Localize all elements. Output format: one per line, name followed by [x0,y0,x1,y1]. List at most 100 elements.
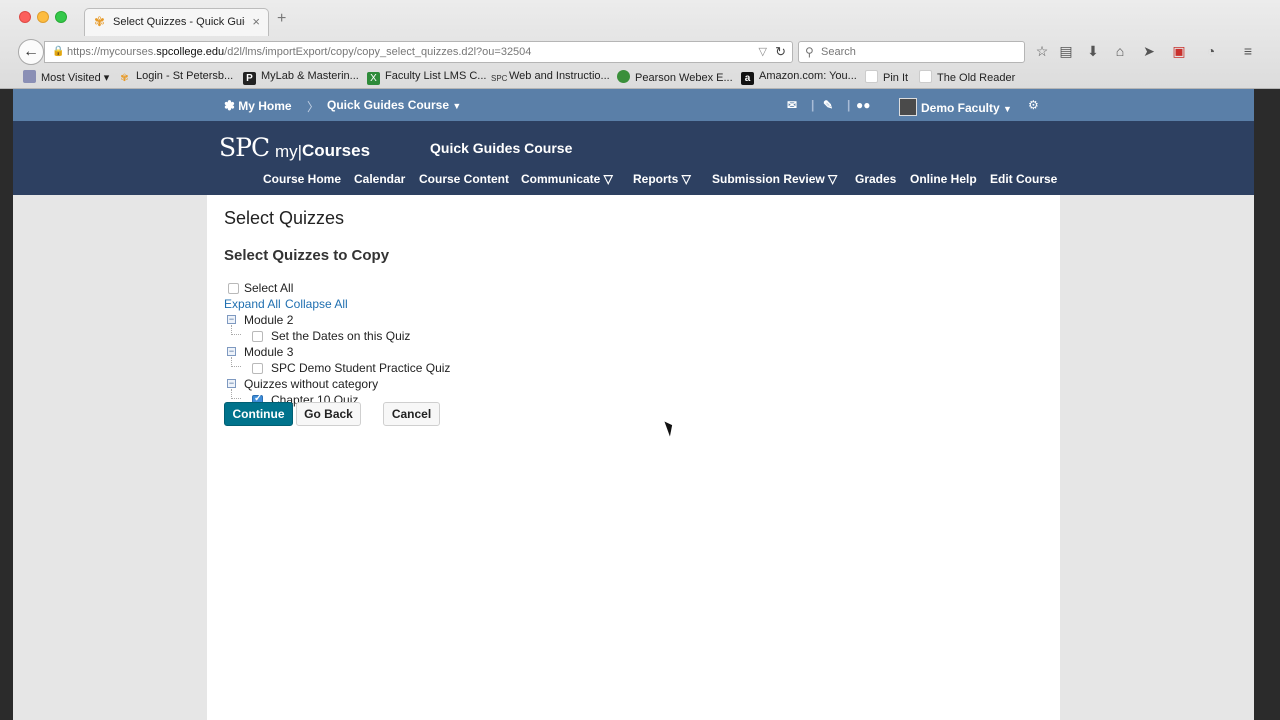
bookmark-mylab[interactable]: P MyLab & Masterin... [243,70,359,85]
notifications-icon[interactable]: ✎ [823,98,833,112]
course-title[interactable]: Quick Guides Course [430,140,572,156]
tab-title: Select Quizzes - Quick Guid... [113,16,245,28]
tree-connector [231,325,241,335]
reading-list-icon[interactable]: ▤ [1057,43,1075,59]
logo-courses: Courses [302,141,371,160]
bookmark-star-icon[interactable]: ☆ [1033,43,1051,59]
collapse-all-link[interactable]: Collapse All [285,297,348,311]
page-icon [919,70,932,83]
amazon-icon: a [741,72,754,85]
user-menu[interactable]: Demo Faculty ▼ [899,98,1012,116]
chevron-down-icon: ▼ [1003,104,1012,114]
nav-calendar[interactable]: Calendar [354,172,405,186]
send-icon[interactable]: ➤ [1140,43,1158,59]
tab-close-icon[interactable]: × [252,14,260,29]
download-icon[interactable]: ⬇ [1084,43,1102,59]
select-all-checkbox[interactable] [228,283,239,294]
subscriptions-icon[interactable]: ●● [856,98,871,112]
url-bar[interactable]: 🔒 https://mycourses.spcollege.edu/d2l/lm… [44,41,793,63]
quiz-label: Set the Dates on this Quiz [271,329,411,343]
nav-submission-review[interactable]: Submission Review ▽ [712,172,837,186]
tree-connector [231,389,241,399]
cancel-button[interactable]: Cancel [383,402,440,426]
settings-icon[interactable]: ⚙ [1028,98,1039,112]
divider: | [847,98,851,112]
chevron-down-icon: ▼ [452,101,462,111]
page-icon [865,70,878,83]
lock-icon: 🔒 [52,46,65,57]
select-all-label: Select All [244,281,294,295]
spc-icon: SPC [491,74,508,83]
divider: | [811,98,815,112]
course-selector[interactable]: Quick Guides Course ▼ [327,98,461,112]
spc-star-icon: ✾ [94,14,105,29]
messages-icon[interactable]: ✉ [787,98,797,112]
quiz-checkbox[interactable] [252,363,263,374]
p-icon: P [243,72,256,85]
collapse-minus-icon[interactable]: − [227,379,236,388]
go-back-button[interactable]: Go Back [296,402,361,426]
minibar: ✽ My Home 〉 Quick Guides Course ▼ ✉ | ✎ … [13,89,1254,121]
reload-icon[interactable]: ↻ [775,44,786,60]
section-title: Select Quizzes to Copy [224,247,390,264]
home-icon[interactable]: ⌂ [1111,43,1129,59]
extension-icon[interactable]: ▣ [1170,43,1188,59]
web-page: ✽ My Home 〉 Quick Guides Course ▼ ✉ | ✎ … [13,89,1254,720]
back-button[interactable]: ← [18,39,44,65]
tree-category: Quizzes without category [244,377,379,391]
tab-strip: ✾ Select Quizzes - Quick Guid... × + [0,0,1280,38]
browser-tab[interactable]: ✾ Select Quizzes - Quick Guid... × [84,8,269,36]
bookmark-amazon[interactable]: a Amazon.com: You... [741,70,857,85]
bookmark-old-reader[interactable]: The Old Reader [919,70,1015,84]
avatar [899,98,917,116]
folder-icon [23,70,36,83]
browser-chrome: ✾ Select Quizzes - Quick Guid... × + ← 🔒… [0,0,1280,89]
search-bar[interactable]: ⚲ Search [798,41,1025,63]
tree-category: Module 2 [244,313,294,327]
menu-icon[interactable]: ≡ [1239,43,1257,59]
url-text: https://mycourses.spcollege.edu/d2l/lms/… [67,46,532,58]
continue-button[interactable]: Continue [224,402,293,426]
nav-online-help[interactable]: Online Help [910,172,977,186]
search-icon: ⚲ [805,45,814,59]
cluster-icon: ✽ [224,98,235,113]
collapse-minus-icon[interactable]: − [227,347,236,356]
nav-edit-course[interactable]: Edit Course [990,172,1057,186]
bookmark-most-visited[interactable]: Most Visited ▾ [23,70,109,84]
bookmark-pin-it[interactable]: Pin It [865,70,908,84]
my-home-link[interactable]: ✽ My Home [224,98,292,114]
window-minimize-button[interactable] [37,11,49,23]
quiz-checkbox[interactable] [252,331,263,342]
collapse-minus-icon[interactable]: − [227,315,236,324]
new-tab-icon[interactable]: + [277,11,286,27]
tree-category: Module 3 [244,345,294,359]
nav-grades[interactable]: Grades [855,172,896,186]
search-placeholder: Search [821,46,856,58]
window-maximize-button[interactable] [55,11,67,23]
navigation-toolbar: ← 🔒 https://mycourses.spcollege.edu/d2l/… [0,38,1280,65]
sync-icon[interactable]: ◔ [1202,43,1220,59]
course-header: SPC my| Courses Quick Guides Course Cour… [13,121,1254,195]
bookmark-faculty-list[interactable]: X Faculty List LMS C... [367,70,486,85]
nav-reports[interactable]: Reports ▽ [633,172,691,186]
page-title: Select Quizzes [224,208,345,228]
main-content: Select Quizzes Select Quizzes to Copy Se… [207,195,1060,720]
bookmark-pearson-webex[interactable]: Pearson Webex E... [617,70,733,84]
expand-all-link[interactable]: Expand All [224,297,281,311]
logo-my: my| [275,142,303,161]
nav-course-home[interactable]: Course Home [263,172,341,186]
globe-icon [617,70,630,83]
excel-icon: X [367,72,380,85]
tree-connector [231,357,241,367]
bookmark-login[interactable]: ✾ Login - St Petersb... [118,70,233,85]
url-dropdown-icon[interactable]: ▽ [759,45,767,58]
nav-course-content[interactable]: Course Content [419,172,509,186]
logo-spc: SPC [219,133,270,162]
breadcrumb-separator-icon: 〉 [307,100,320,114]
nav-communicate[interactable]: Communicate ▽ [521,172,613,186]
bookmarks-bar: Most Visited ▾ ✾ Login - St Petersb... PM… [0,66,1280,88]
bookmark-web-instruction[interactable]: SPC Web and Instructio... [491,70,610,85]
spc-star-icon: ✾ [120,73,129,84]
quiz-label: SPC Demo Student Practice Quiz [271,361,451,375]
window-close-button[interactable] [19,11,31,23]
